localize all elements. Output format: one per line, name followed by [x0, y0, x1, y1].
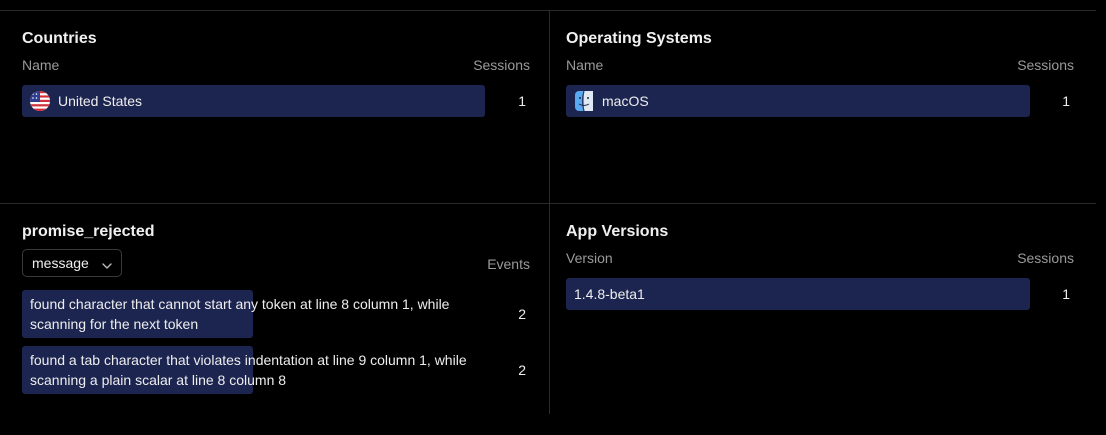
- panel-title: Countries: [22, 30, 97, 47]
- column-header-events: Events: [487, 256, 530, 272]
- list-item[interactable]: macOS 1: [566, 85, 1074, 117]
- column-header-sessions: Sessions: [473, 57, 530, 73]
- operating-systems-panel: Operating Systems Name Sessions macOS 1: [566, 28, 1074, 198]
- sessions-count: 1: [1062, 286, 1070, 302]
- dashboard: Countries Name Sessions United States 1 …: [0, 0, 1106, 435]
- column-header-sessions: Sessions: [1017, 250, 1074, 266]
- list-item[interactable]: found character that cannot start any to…: [22, 290, 530, 338]
- events-count: 2: [518, 362, 526, 378]
- chevron-down-icon: [101, 258, 113, 269]
- divider-middle: [0, 203, 1096, 204]
- list-item[interactable]: found a tab character that violates inde…: [22, 346, 530, 394]
- column-header-name: Name: [566, 57, 604, 73]
- panel-title: promise_rejected: [22, 223, 155, 240]
- version-label: 1.4.8-beta1: [574, 286, 645, 302]
- column-header-sessions: Sessions: [1017, 57, 1074, 73]
- app-versions-panel: App Versions Version Sessions 1.4.8-beta…: [566, 221, 1074, 401]
- events-count: 2: [518, 306, 526, 322]
- divider-vertical: [549, 10, 550, 414]
- macos-finder-icon: [574, 90, 594, 112]
- sessions-count: 1: [1062, 93, 1070, 109]
- property-select-value: message: [32, 255, 89, 271]
- column-header-version: Version: [566, 250, 613, 266]
- us-flag-icon: [30, 91, 50, 111]
- column-header-name: Name: [22, 57, 60, 73]
- sessions-count: 1: [518, 93, 526, 109]
- property-select[interactable]: message: [22, 249, 122, 277]
- message-label: found a tab character that violates inde…: [30, 352, 467, 388]
- panel-title: Operating Systems: [566, 30, 712, 47]
- list-item[interactable]: 1.4.8-beta1 1: [566, 278, 1074, 310]
- divider-top: [0, 10, 1096, 11]
- countries-panel: Countries Name Sessions United States 1: [22, 28, 530, 198]
- list-item[interactable]: United States 1: [22, 85, 530, 117]
- message-label: found character that cannot start any to…: [30, 296, 450, 332]
- os-label: macOS: [602, 93, 649, 109]
- promise-rejected-panel: promise_rejected message Events found ch…: [22, 221, 530, 401]
- panel-title: App Versions: [566, 223, 669, 240]
- country-label: United States: [58, 93, 143, 109]
